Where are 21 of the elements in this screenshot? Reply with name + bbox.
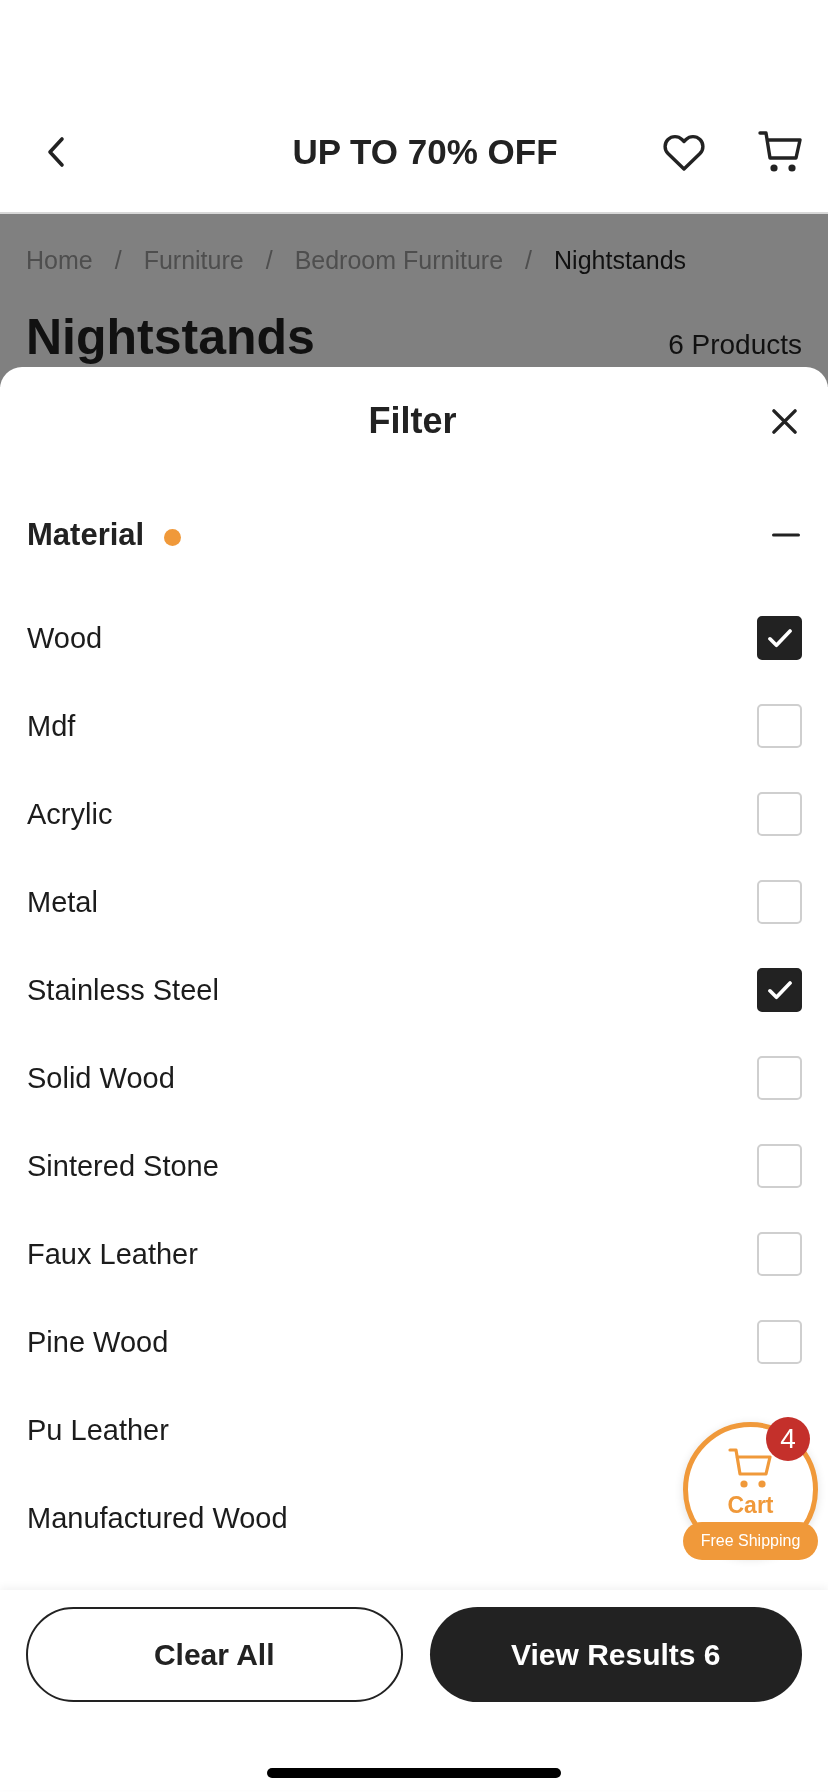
option-label: Stainless Steel bbox=[27, 973, 219, 1007]
breadcrumb-separator: / bbox=[114, 245, 122, 275]
breadcrumb-current: Nightstands bbox=[554, 245, 687, 275]
product-count: 6 Products bbox=[668, 329, 802, 361]
option-label: Solid Wood bbox=[27, 1061, 175, 1095]
filter-title: Filter bbox=[368, 400, 457, 442]
option-label: Metal bbox=[27, 885, 98, 919]
free-shipping-badge: Free Shipping bbox=[683, 1522, 818, 1560]
option-label: Wood bbox=[27, 621, 103, 655]
page-heading: UP TO 70% OFF bbox=[292, 132, 558, 172]
option-label: Sintered Stone bbox=[27, 1149, 219, 1183]
option-label: Pu Leather bbox=[27, 1413, 169, 1447]
cart-label: Cart bbox=[727, 1492, 774, 1518]
option-label: Acrylic bbox=[27, 797, 113, 831]
option-label: Mdf bbox=[27, 709, 76, 743]
option-label: Manufactured Wood bbox=[27, 1501, 288, 1535]
category-title: Nightstands bbox=[26, 312, 315, 362]
breadcrumb-separator: / bbox=[265, 245, 273, 275]
breadcrumb-separator: / bbox=[525, 245, 533, 275]
option-label: Faux Leather bbox=[27, 1237, 198, 1271]
option-label: Pine Wood bbox=[27, 1325, 169, 1359]
